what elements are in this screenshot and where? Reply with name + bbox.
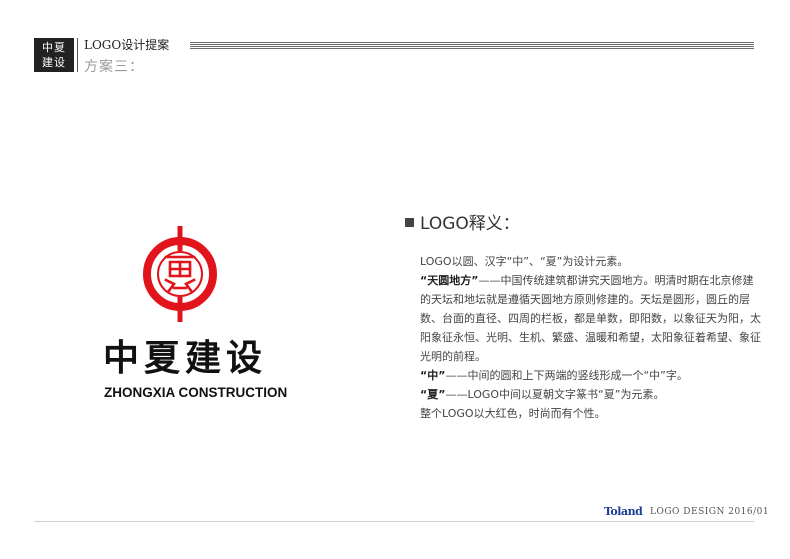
paragraph-1: LOGO以圆、汉字“中”、“夏”为设计元素。 — [420, 255, 629, 268]
square-bullet-icon — [405, 218, 414, 227]
paragraph-2-text: ——中国传统建筑都讲究天圆地方。明清时期在北京修建的天坛和地坛就是遵循天圆地方原… — [420, 274, 761, 363]
header-badge: 中夏 建设 — [34, 38, 74, 72]
section-title-text: LOGO释义： — [420, 214, 520, 234]
paragraph-4: “夏”——LOGO中间以夏朝文字篆书“夏”为元素。 — [420, 385, 764, 404]
paragraph-3: “中”——中间的圆和上下两端的竖线形成一个“中”字。 — [420, 366, 764, 385]
paragraph-2: “天圆地方”——中国传统建筑都讲究天圆地方。明清时期在北京修建的天坛和地坛就是遵… — [420, 271, 764, 366]
footer-divider — [34, 521, 754, 522]
header-stripes — [190, 42, 754, 49]
footer-brand: Toland — [604, 505, 643, 518]
badge-line-1: 中夏 — [42, 41, 66, 54]
section-title: LOGO释义： — [405, 214, 520, 234]
badge-line-2: 建设 — [42, 56, 66, 69]
header-title: LOGO设计提案 — [84, 38, 170, 52]
logo-name-cn: 中夏建设 — [103, 337, 268, 379]
paragraph-2-heading: “天圆地方” — [420, 274, 479, 287]
paragraph-5: 整个LOGO以大红色，时尚而有个性。 — [420, 407, 606, 420]
logo-emblem — [143, 226, 217, 322]
description-text: LOGO以圆、汉字“中”、“夏”为设计元素。 “天圆地方”——中国传统建筑都讲究… — [420, 252, 764, 423]
paragraph-4-text: ——LOGO中间以夏朝文字篆书“夏”为元素。 — [445, 388, 665, 401]
logo-name-en: ZHONGXIA CONSTRUCTION — [104, 385, 288, 400]
paragraph-4-heading: “夏” — [420, 388, 446, 401]
paragraph-3-heading: “中” — [420, 369, 446, 382]
header-subtitle: 方案三： — [84, 59, 144, 75]
paragraph-3-text: ——中间的圆和上下两端的竖线形成一个“中”字。 — [445, 369, 688, 382]
footer-text: LOGO DESIGN 2016/01 — [650, 507, 770, 517]
header-divider — [77, 38, 78, 72]
